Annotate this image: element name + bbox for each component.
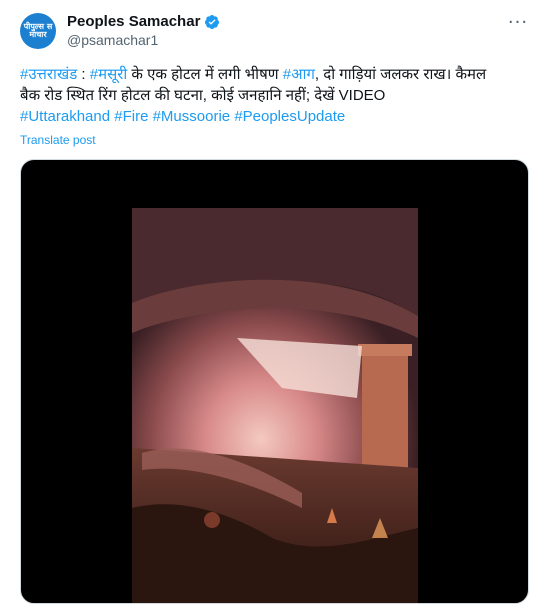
display-name[interactable]: Peoples Samachar	[67, 13, 200, 30]
tweet-text-segment-1: के एक होटल में लगी भीषण	[127, 66, 283, 83]
hashtag-peoplesupdate[interactable]: #PeoplesUpdate	[234, 108, 345, 125]
tweet-line-1: #उत्तराखंड : #मसूरी के एक होटल में लगी भ…	[20, 64, 530, 85]
tweet-separator: :	[77, 66, 90, 83]
hashtag-uttarakhand-hi[interactable]: #उत्तराखंड	[20, 66, 77, 83]
tweet-hashtags-line: #Uttarakhand #Fire #Mussoorie #PeoplesUp…	[20, 106, 530, 127]
hashtag-uttarakhand[interactable]: #Uttarakhand	[20, 108, 110, 125]
tweet-text-segment-2: , दो गाड़ियां जलकर राख। कैमल	[314, 66, 487, 83]
verified-badge-icon	[205, 14, 220, 29]
hashtag-mussoorie-hi[interactable]: #मसूरी	[90, 66, 127, 83]
fire-scene-image	[132, 208, 418, 603]
translate-post-link[interactable]: Translate post	[20, 133, 96, 147]
video-frame[interactable]	[132, 208, 418, 603]
hashtag-fire[interactable]: #Fire	[114, 108, 148, 125]
tweet-text: #उत्तराखंड : #मसूरी के एक होटल में लगी भ…	[20, 64, 530, 127]
hashtag-mussoorie[interactable]: #Mussoorie	[153, 108, 231, 125]
more-options-icon[interactable]: ···	[508, 12, 528, 33]
author-name-row: Peoples Samachar	[67, 13, 220, 30]
video-player[interactable]	[20, 159, 529, 604]
avatar-logo-text: पीपुल्स समाचार	[23, 22, 53, 39]
author-handle[interactable]: @psamachar1	[67, 32, 158, 48]
avatar[interactable]: पीपुल्स समाचार	[20, 13, 56, 49]
tweet-line-2: बैक रोड स्थित रिंग होटल की घटना, कोई जनह…	[20, 87, 386, 104]
hashtag-aag[interactable]: #आग	[283, 66, 315, 83]
